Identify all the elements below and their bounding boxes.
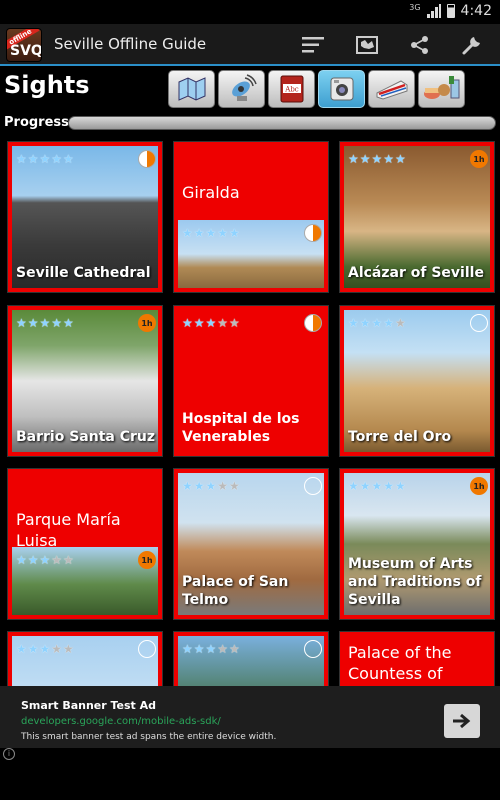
sight-label: Museum of Arts and Traditions of Sevilla bbox=[348, 556, 482, 608]
camera-icon bbox=[330, 77, 353, 101]
sight-tile-giralda[interactable]: Giralda ★★★★★ bbox=[173, 141, 329, 293]
sight-tile-alcazar[interactable]: ★★★★★ 1h Alcázar of Seville bbox=[339, 141, 495, 293]
category-tours[interactable] bbox=[168, 70, 215, 108]
rating-stars: ★★★★★ bbox=[348, 479, 407, 493]
duration-icon: 1h bbox=[470, 150, 488, 168]
sight-label: Torre del Oro bbox=[348, 429, 452, 445]
sight-label: Palace of the Countess of bbox=[348, 643, 452, 683]
category-sights[interactable] bbox=[318, 70, 365, 108]
sight-tile[interactable]: ★★★★★ bbox=[173, 631, 329, 686]
app-title: Seville Offline Guide bbox=[54, 35, 207, 53]
ad-open-button[interactable] bbox=[444, 704, 480, 738]
train-icon bbox=[376, 80, 407, 100]
food-drink-icon bbox=[423, 76, 459, 99]
settings-button[interactable] bbox=[457, 30, 487, 60]
clock-icon bbox=[304, 640, 322, 658]
list-icon bbox=[302, 37, 324, 53]
ad-description: This smart banner test ad spans the enti… bbox=[21, 732, 277, 742]
wrench-icon bbox=[462, 37, 480, 55]
share-button[interactable] bbox=[405, 30, 435, 60]
sight-tile-palace-countess[interactable]: Palace of the Countess of bbox=[339, 631, 495, 686]
progress-pie-icon bbox=[138, 150, 156, 168]
action-bar: offline SVQ Seville Offline Guide bbox=[0, 24, 500, 66]
rating-stars: ★★★★★ bbox=[16, 152, 75, 166]
rating-stars: ★★★★★ bbox=[16, 553, 75, 567]
rating-stars: ★★★★★ bbox=[348, 152, 407, 166]
sight-label: Giralda bbox=[182, 183, 240, 202]
sight-label: Seville Cathedral bbox=[16, 265, 151, 281]
sight-tile-palace-san-telmo[interactable]: ★★★★★ Palace of San Telmo bbox=[173, 468, 329, 620]
category-food[interactable] bbox=[418, 70, 465, 108]
progress-pie-icon bbox=[304, 224, 322, 242]
duration-icon: 1h bbox=[470, 477, 488, 495]
sight-tile-parque-maria-luisa[interactable]: Parque María Luisa ★★★★★ 1h bbox=[7, 468, 163, 620]
map-icon bbox=[356, 36, 378, 54]
share-icon bbox=[411, 36, 428, 54]
clock-icon bbox=[138, 640, 156, 658]
sight-label: Alcázar of Seville bbox=[348, 265, 484, 281]
category-audio[interactable] bbox=[218, 70, 265, 108]
abc-book-icon: Abc bbox=[280, 75, 303, 103]
rating-stars: ★★★★★ bbox=[16, 316, 75, 330]
battery-icon bbox=[446, 4, 455, 18]
sight-tile-torre-del-oro[interactable]: ★★★★★ Torre del Oro bbox=[339, 305, 495, 457]
satellite-dish-icon bbox=[231, 74, 257, 101]
network-type: 3G bbox=[409, 2, 421, 12]
status-bar: 3G 4:42 bbox=[0, 0, 500, 24]
duration-icon: 1h bbox=[138, 314, 156, 332]
rating-stars: ★★★★★ bbox=[348, 316, 407, 330]
clock: 4:42 bbox=[460, 3, 492, 19]
app-icon[interactable]: offline SVQ bbox=[6, 28, 42, 62]
rating-stars: ★★★★★ bbox=[182, 642, 241, 656]
sight-label: Parque María Luisa bbox=[16, 510, 121, 550]
rating-stars: ★★★★★ bbox=[16, 642, 75, 656]
list-button[interactable] bbox=[298, 30, 328, 60]
app-icon-abbr: SVQ bbox=[10, 43, 42, 59]
svg-text:Abc: Abc bbox=[284, 86, 299, 94]
signal-icon bbox=[426, 4, 441, 18]
sight-tile[interactable]: ★★★★★ bbox=[7, 631, 163, 686]
sight-tile-barrio-santa-cruz[interactable]: ★★★★★ 1h Barrio Santa Cruz bbox=[7, 305, 163, 457]
sight-label: Hospital de los Venerables bbox=[182, 411, 300, 445]
sight-tile-seville-cathedral[interactable]: ★★★★★ Seville Cathedral bbox=[7, 141, 163, 293]
rating-stars: ★★★★★ bbox=[182, 316, 241, 330]
sight-label: Barrio Santa Cruz bbox=[16, 429, 156, 445]
progress-pie-icon bbox=[304, 314, 322, 332]
ad-info-icon[interactable]: i bbox=[3, 748, 15, 760]
sight-label: Palace of San Telmo bbox=[182, 574, 289, 608]
duration-icon: 1h bbox=[138, 551, 156, 569]
clock-icon bbox=[304, 477, 322, 495]
ad-url[interactable]: developers.google.com/mobile-ads-sdk/ bbox=[21, 716, 221, 727]
category-transport[interactable] bbox=[368, 70, 415, 108]
ad-banner[interactable]: Smart Banner Test Ad developers.google.c… bbox=[0, 686, 500, 748]
sights-grid: ★★★★★ Seville Cathedral Giralda ★★★★★ ★★… bbox=[0, 138, 500, 686]
progress-bar bbox=[68, 116, 496, 130]
ad-title: Smart Banner Test Ad bbox=[21, 699, 157, 712]
progress-label: Progress bbox=[4, 115, 69, 130]
sight-tile-museum-arts-traditions[interactable]: ★★★★★ 1h Museum of Arts and Traditions o… bbox=[339, 468, 495, 620]
category-phrasebook[interactable]: Abc bbox=[268, 70, 315, 108]
rating-stars: ★★★★★ bbox=[182, 226, 241, 240]
page-title: Sights bbox=[4, 71, 90, 99]
folded-map-icon bbox=[178, 77, 205, 101]
rating-stars: ★★★★★ bbox=[182, 479, 241, 493]
clock-icon bbox=[470, 314, 488, 332]
sight-tile-hospital-venerables[interactable]: ★★★★★ Hospital de los Venerables bbox=[173, 305, 329, 457]
map-button[interactable] bbox=[352, 30, 382, 60]
category-bar: Abc bbox=[168, 70, 465, 108]
arrow-right-icon bbox=[453, 713, 471, 729]
